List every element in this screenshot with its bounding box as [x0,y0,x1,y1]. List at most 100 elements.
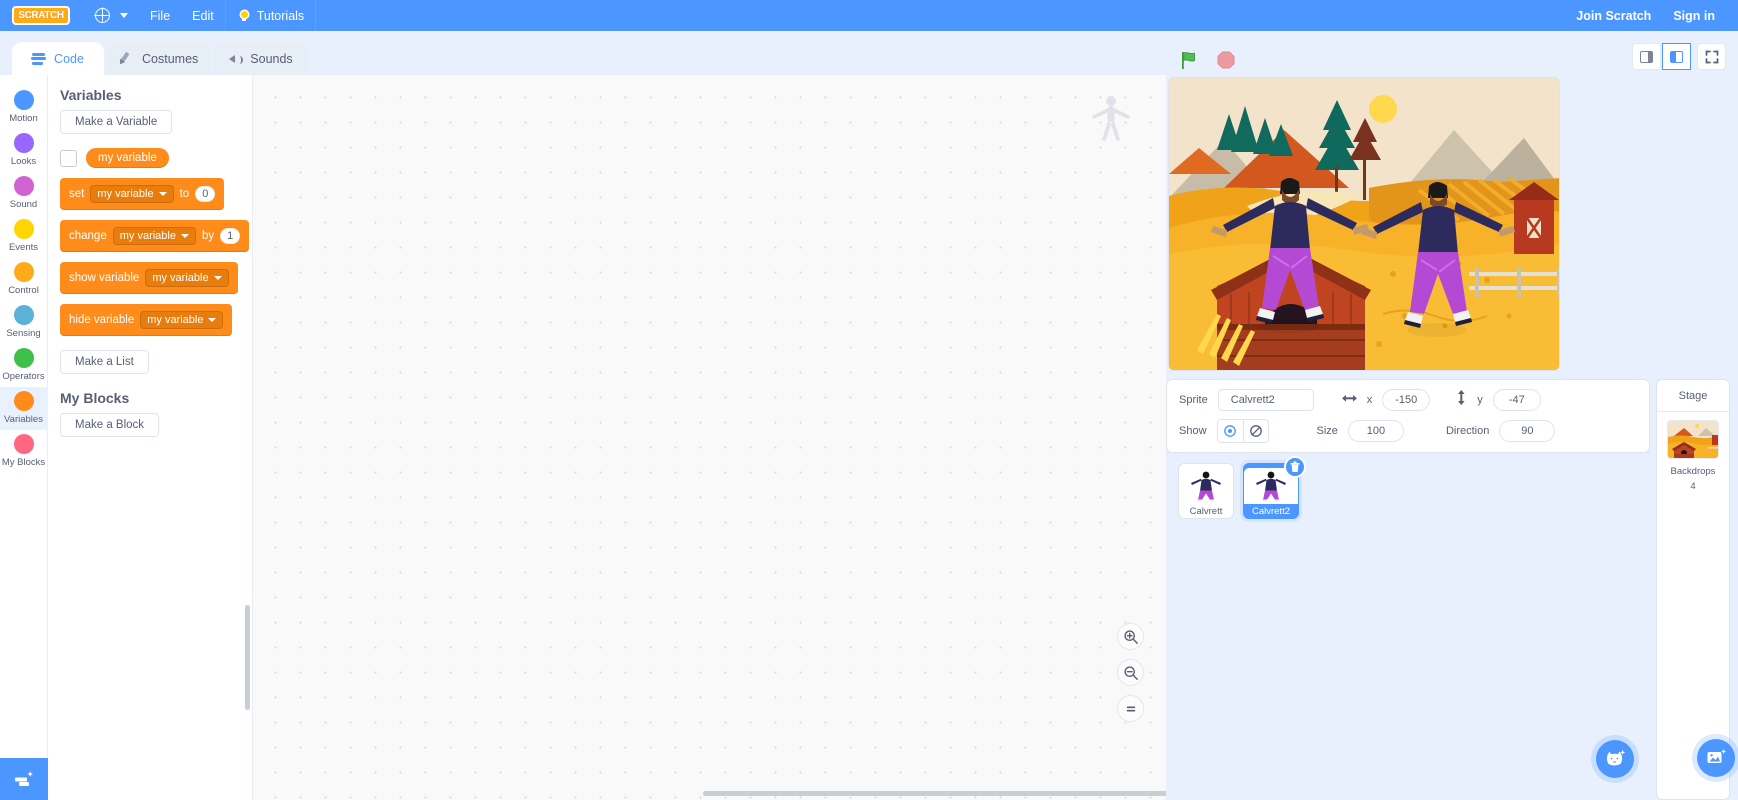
chevron-down-icon [120,13,128,18]
sign-in-button[interactable]: Sign in [1662,0,1726,31]
block-category-list: Motion Looks Sound Events Control Sensin… [0,75,48,800]
show-eye-icon[interactable] [1217,420,1243,442]
sprite-card-calvrett2[interactable]: Calvrett2 [1243,456,1306,519]
tab-code[interactable]: Code [12,42,104,75]
category-events[interactable]: Events [0,215,48,258]
looks-color-dot [13,133,34,153]
variable-visibility-checkbox[interactable] [60,149,77,167]
category-events-label: Events [8,242,39,253]
palette-scrollbar[interactable] [245,605,250,710]
speaker-icon [228,52,244,66]
stop-icon[interactable] [1216,50,1236,70]
variable-reporter-block[interactable]: my variable [86,148,169,168]
chevron-down-icon [180,234,189,238]
sound-color-dot [13,176,34,196]
workspace-horizontal-scrollbar[interactable] [703,791,1166,796]
sprite-direction-input[interactable]: 90 [1499,420,1556,442]
change-block-value-input[interactable]: 1 [220,228,241,244]
fullscreen-icon[interactable] [1697,43,1726,70]
show-block-dropdown[interactable]: my variable [145,269,229,287]
scratch-logo[interactable]: SCRATCH [12,6,70,25]
set-block-value-input[interactable]: 0 [195,186,216,202]
menu-item-tutorials[interactable]: Tutorials [226,0,315,31]
sprite-thumbnail [1187,468,1225,504]
sprite-card-calvrett[interactable]: Calvrett [1178,463,1234,519]
category-looks-label: Looks [10,156,37,167]
language-selector[interactable] [84,0,139,31]
sprite-pane: Sprite Calvrett2 x -150 y -47 Show Size … [1166,379,1735,800]
category-motion-label: Motion [9,113,38,124]
zoom-out-icon[interactable] [1117,659,1144,686]
stage-size-controls [1632,43,1726,70]
make-a-list-button[interactable]: Make a List [60,350,149,374]
backdrops-count: 4 [1690,481,1696,492]
join-scratch-button[interactable]: Join Scratch [1565,0,1662,31]
category-control[interactable]: Control [0,258,48,301]
menu-bar: SCRATCH File Edit Tutorials Join Scratch… [0,0,1738,31]
add-extension-icon[interactable] [0,758,48,800]
my-blocks-color-dot [13,434,34,454]
stage-and-sprite-column: Sprite Calvrett2 x -150 y -47 Show Size … [1166,75,1738,800]
sprite-card-label: Calvrett [1189,506,1223,517]
hide-block-dropdown[interactable]: my variable [140,311,224,329]
stage-selector-panel[interactable]: Stage Backdrops 4 [1656,379,1735,800]
category-operators-label: Operators [2,371,45,382]
backdrops-label: Backdrops [1670,466,1716,477]
green-flag-icon[interactable] [1178,49,1200,71]
category-variables[interactable]: Variables [0,387,48,430]
code-workspace[interactable] [253,75,1166,800]
hide-variable-block[interactable]: hide variable my variable [60,304,252,336]
set-variable-block[interactable]: set my variable to 0 [60,178,252,210]
make-a-variable-button[interactable]: Make a Variable [60,110,173,134]
show-block-dropdown-label: my variable [152,272,209,284]
set-block-dropdown[interactable]: my variable [90,185,174,203]
tab-costumes[interactable]: Costumes [106,42,213,75]
tutorials-label: Tutorials [256,8,305,23]
make-a-block-button[interactable]: Make a Block [60,413,160,437]
sprite-name-input[interactable]: Calvrett2 [1217,389,1314,411]
sprite-y-input[interactable]: -47 [1492,389,1541,411]
category-looks[interactable]: Looks [0,129,48,172]
tab-sounds[interactable]: Sounds [214,42,307,75]
category-motion[interactable]: Motion [0,86,48,129]
add-backdrop-image-icon[interactable] [1697,739,1735,777]
sprite-x-label: x [1366,394,1373,406]
code-icon [31,52,47,66]
motion-color-dot [13,90,34,110]
block-palette[interactable]: Variables Make a Variable my variable se… [48,75,253,800]
zoom-in-icon[interactable] [1117,623,1144,650]
category-my-blocks[interactable]: My Blocks [0,430,48,473]
menu-item-edit[interactable]: Edit [181,0,225,31]
small-stage-icon[interactable] [1632,43,1661,70]
category-operators[interactable]: Operators [0,344,48,387]
show-variable-block[interactable]: show variable my variable [60,262,252,294]
set-block-mid: to [179,188,190,200]
hide-eye-icon[interactable] [1242,420,1268,442]
sprite-row-properties: Show Size 100 Direction 90 [1179,419,1637,443]
category-sound[interactable]: Sound [0,172,48,215]
sprite-list: Calvrett Calvrett2 [1166,452,1650,800]
stage-display[interactable] [1168,77,1560,371]
add-sprite-cat-icon[interactable] [1596,740,1634,778]
sprite-visibility-toggle [1216,419,1269,443]
change-variable-block[interactable]: change my variable by 1 [60,220,252,252]
show-block-prefix: show variable [69,272,140,284]
change-block-dropdown[interactable]: my variable [112,227,196,245]
hide-block-dropdown-label: my variable [147,314,204,326]
change-block-mid: by [201,230,215,242]
category-control-label: Control [8,285,39,296]
stage-panel-title: Stage [1657,380,1729,412]
large-stage-icon[interactable] [1662,43,1691,70]
zoom-reset-icon[interactable] [1117,695,1144,722]
globe-icon [94,7,110,23]
category-sensing[interactable]: Sensing [0,301,48,344]
sprite-name-label: Sprite [1179,394,1208,406]
lightbulb-icon [237,9,251,23]
sprite-size-input[interactable]: 100 [1347,420,1404,442]
delete-icon[interactable] [1284,456,1306,478]
sprite-info-panel: Sprite Calvrett2 x -150 y -47 Show Size … [1166,379,1650,453]
sprite-x-input[interactable]: -150 [1382,389,1431,411]
stage-run-controls [1178,49,1236,71]
sprite-direction-label: Direction [1445,425,1490,437]
menu-item-file[interactable]: File [139,0,181,31]
